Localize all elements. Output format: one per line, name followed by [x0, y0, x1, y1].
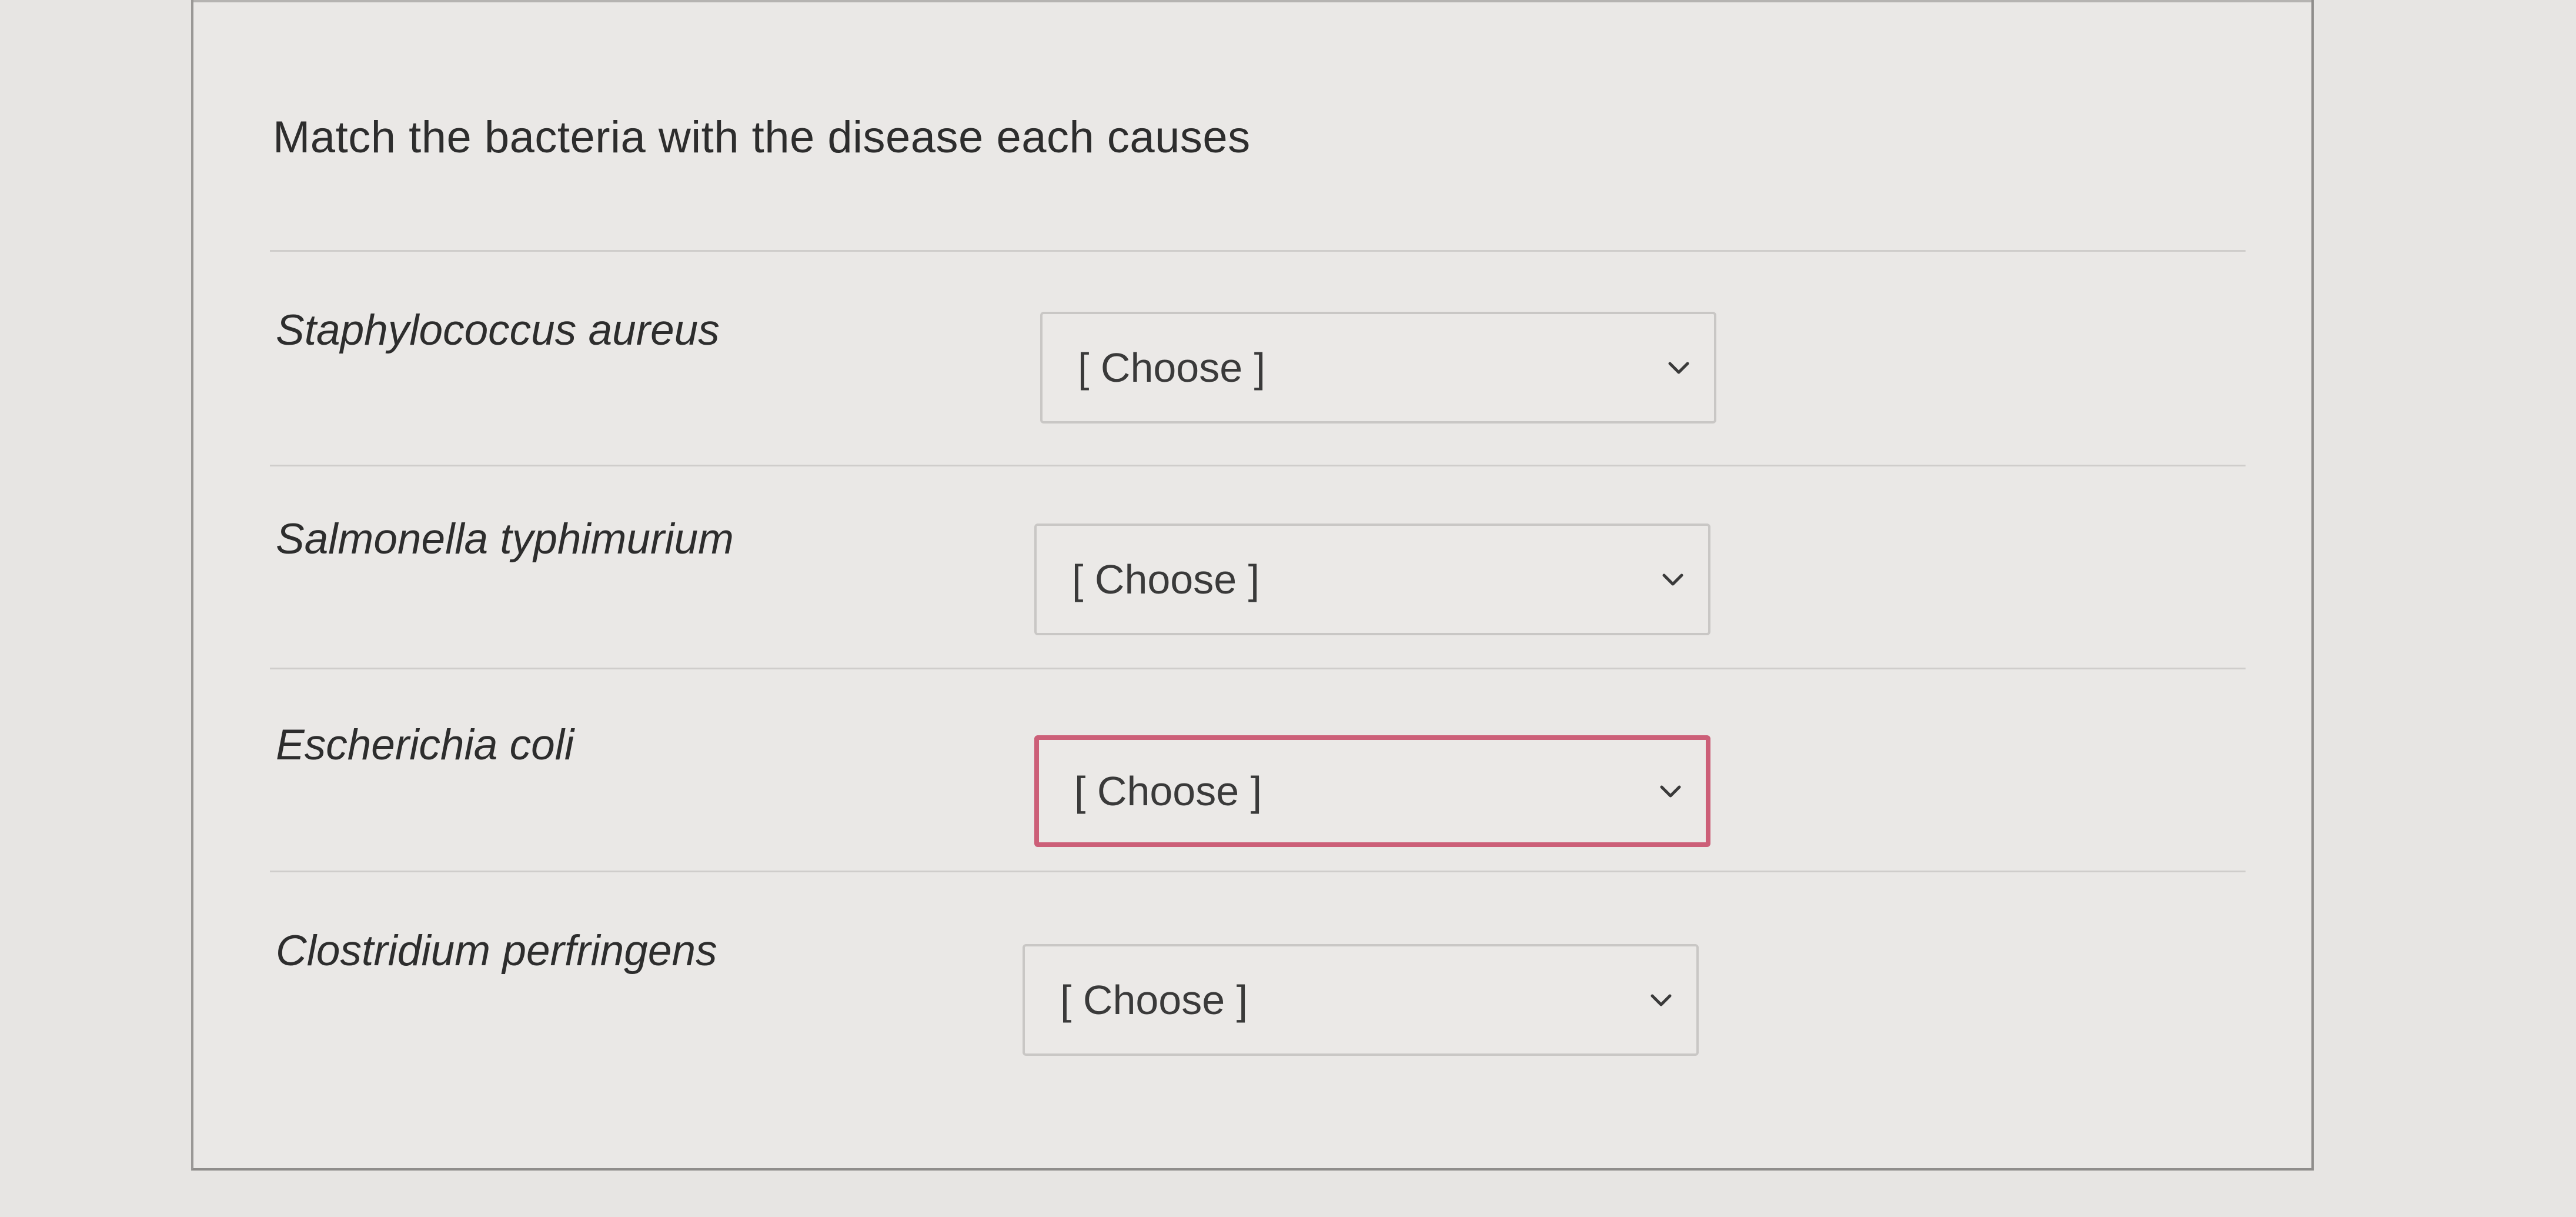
divider — [270, 668, 2246, 669]
chevron-down-icon — [1646, 985, 1676, 1015]
chevron-down-icon — [1658, 565, 1688, 594]
divider — [270, 250, 2246, 252]
select-value: [ Choose ] — [1072, 556, 1260, 602]
divider — [270, 465, 2246, 466]
disease-select-staphylococcus-aureus[interactable]: [ Choose ] — [1040, 312, 1716, 424]
question-prompt: Match the bacteria with the disease each… — [273, 112, 1251, 162]
bacteria-label-staphylococcus-aureus: Staphylococcus aureus — [276, 306, 720, 354]
chevron-down-icon — [1656, 776, 1685, 806]
panel-top-border — [193, 0, 2311, 2]
bacteria-label-clostridium-perfringens: Clostridium perfringens — [276, 927, 717, 975]
disease-select-escherichia-coli[interactable]: [ Choose ] — [1034, 735, 1710, 847]
bacteria-label-escherichia-coli: Escherichia coli — [276, 721, 574, 769]
question-panel: Match the bacteria with the disease each… — [191, 0, 2314, 1171]
divider — [270, 871, 2246, 872]
chevron-down-icon — [1664, 353, 1693, 382]
select-value: [ Choose ] — [1074, 768, 1262, 814]
select-value: [ Choose ] — [1060, 977, 1248, 1023]
bacteria-label-salmonella-typhimurium: Salmonella typhimurium — [276, 515, 734, 563]
disease-select-clostridium-perfringens[interactable]: [ Choose ] — [1023, 944, 1699, 1056]
select-value: [ Choose ] — [1078, 345, 1266, 391]
disease-select-salmonella-typhimurium[interactable]: [ Choose ] — [1034, 524, 1710, 635]
